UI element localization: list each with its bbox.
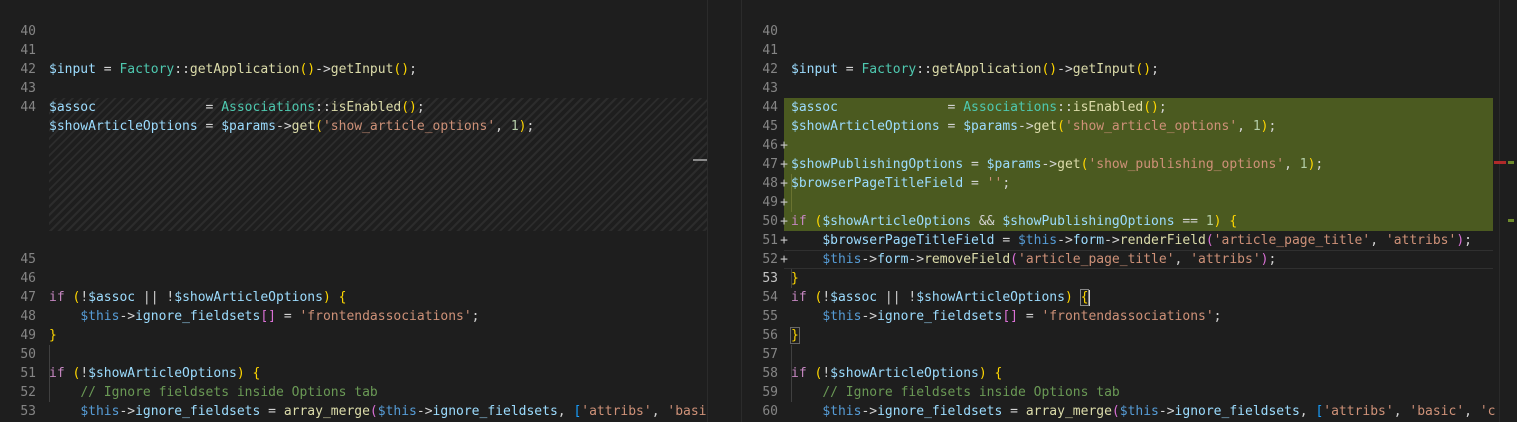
code-line: 41 $input = Factory::getApplication()->g… <box>0 22 707 77</box>
code-line: 40 <box>0 3 707 39</box>
diff-connector-marker <box>693 159 707 161</box>
code-line: 41 $input = Factory::getApplication()->g… <box>742 22 1499 77</box>
diff-left-editor[interactable]: 40 41 $input = Factory::getApplication()… <box>0 0 707 422</box>
code-line: 52 $this->ignore_fieldsets = array_merge… <box>0 364 707 419</box>
overview-ruler-scrollbar[interactable] <box>1494 0 1517 422</box>
code-line: 51 // Ignore fieldsets inside Options ta… <box>0 345 707 400</box>
code-line: 42 <box>742 41 1499 77</box>
code-line: 54 $this->ignore_fieldsets[] = 'frontend… <box>742 269 1499 324</box>
code-line-added: 47 + <box>742 136 1499 191</box>
code-line: 61 <box>742 402 1499 421</box>
code-line: 50 if (!$showArticleOptions) { <box>0 326 707 381</box>
code-line: 44 $showArticleOptions = $params->get('s… <box>742 79 1499 134</box>
code-line: 56 <box>742 307 1499 343</box>
code-line: 55 } <box>742 288 1499 344</box>
code-line: 59 $this->ignore_fieldsets = array_merge… <box>742 364 1499 419</box>
overview-marker-added <box>1508 219 1514 222</box>
code-line: 48 } <box>0 288 707 343</box>
code-line-added: 51 + } <box>742 212 1499 286</box>
code-line: 58 // Ignore fieldsets inside Options ta… <box>742 345 1499 400</box>
code-line: 49 <box>0 307 707 343</box>
code-line: 53 } <box>0 383 707 419</box>
code-line: 52 <box>742 231 1499 267</box>
code-line: 47 $this->ignore_fieldsets[] = 'frontend… <box>0 269 707 324</box>
code-line-added: 48 + if ($showArticleOptions && $showPub… <box>742 155 1499 229</box>
code-line-current[interactable]: 53 if (!$assoc || !$showArticleOptions) … <box>742 250 1499 306</box>
code-line: 46 if (!$assoc || !$showArticleOptions) … <box>0 250 707 305</box>
code-line: 42 <box>0 41 707 77</box>
diff-gutter-divider[interactable] <box>707 0 742 422</box>
code-line: 60 } <box>742 383 1499 419</box>
code-line: 57 if (!$showArticleOptions) { <box>742 326 1499 381</box>
code-line-added: 49 + $browserPageTitleField = $this->for… <box>742 174 1499 248</box>
code-line: 44 $showArticleOptions = $params->get('s… <box>0 79 707 134</box>
line-number: 44 <box>20 100 36 115</box>
overview-marker-added <box>1508 161 1514 164</box>
code-line: 43 $assoc = Associations::isEnabled(); <box>0 60 707 115</box>
code-line-added: 46 + $browserPageTitleField = ''; <box>742 117 1499 191</box>
code-line: 54 <box>0 402 707 421</box>
diff-right-editor[interactable]: 40 41 $input = Factory::getApplication()… <box>742 0 1499 422</box>
code-line: 45 <box>0 231 707 267</box>
code-line: 43 $assoc = Associations::isEnabled(); <box>742 60 1499 115</box>
code-line-added: 45 + $showPublishingOptions = $params->g… <box>742 98 1499 172</box>
code-line-added: 50 + $this->form->removeField('article_p… <box>742 193 1499 267</box>
overview-marker-change <box>1494 161 1506 164</box>
code-line: 40 <box>742 3 1499 39</box>
